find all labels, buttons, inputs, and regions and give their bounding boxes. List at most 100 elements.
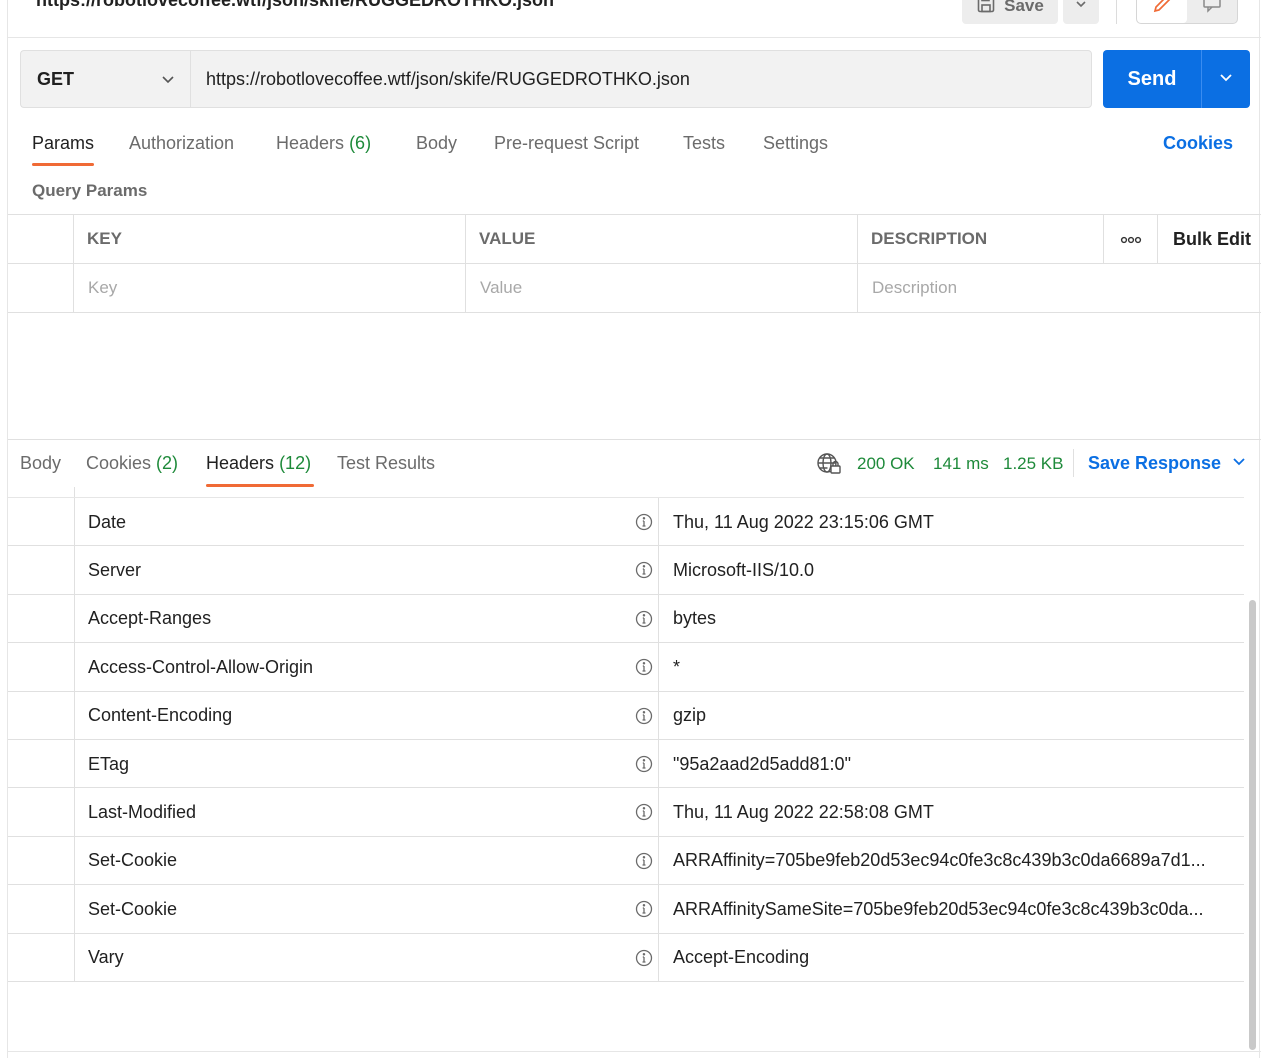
info-icon[interactable] — [630, 643, 658, 691]
comment-icon — [1201, 0, 1223, 20]
response-tab-cookies[interactable]: Cookies (2) — [86, 453, 178, 474]
send-options-button[interactable] — [1202, 50, 1250, 108]
info-icon[interactable] — [630, 837, 658, 885]
more-options-icon — [1120, 229, 1142, 249]
table-header-row: KEY VALUE DESCRIPTION Bulk Edit — [8, 215, 1261, 264]
send-button[interactable]: Send — [1103, 50, 1201, 108]
header-key[interactable]: Vary — [74, 933, 659, 982]
header-value[interactable]: gzip — [658, 691, 1244, 740]
info-icon[interactable] — [630, 885, 658, 933]
header-key[interactable]: Accept-Ranges — [74, 594, 659, 643]
tab-headers-label: Headers — [276, 133, 345, 153]
chevron-down-icon — [160, 71, 176, 92]
chevron-down-icon — [1074, 0, 1088, 16]
header-value[interactable]: bytes — [658, 594, 1244, 643]
method-select[interactable]: GET — [20, 50, 190, 108]
tab-tests[interactable]: Tests — [683, 133, 725, 154]
response-size[interactable]: 1.25 KB — [1003, 454, 1064, 474]
bulk-edit-button[interactable]: Bulk Edit — [1157, 215, 1261, 263]
globe-lock-icon[interactable] — [816, 452, 842, 476]
header-value[interactable]: ARRAffinity=705be9feb20d53ec94c0fe3c8c43… — [658, 836, 1244, 885]
key-input[interactable]: Key — [73, 264, 465, 312]
header-value[interactable]: Microsoft-IIS/10.0 — [658, 546, 1244, 595]
value-input[interactable]: Value — [465, 264, 857, 312]
info-icon[interactable] — [630, 498, 658, 546]
header-value[interactable]: "95a2aad2d5add81:0" — [658, 740, 1244, 788]
table-row: Server Microsoft-IIS/10.0 — [8, 546, 1244, 595]
response-tab-headers-label: Headers — [206, 453, 275, 473]
header-value[interactable]: Thu, 11 Aug 2022 23:15:06 GMT — [658, 498, 1244, 546]
info-icon[interactable] — [630, 692, 658, 740]
info-icon[interactable] — [630, 934, 658, 982]
header-key[interactable]: ETag — [74, 740, 659, 788]
query-params-title: Query Params — [32, 181, 148, 200]
info-icon[interactable] — [630, 546, 658, 594]
header-key[interactable]: Content-Encoding — [74, 691, 659, 740]
tab-pre-request-script[interactable]: Pre-request Script — [494, 133, 639, 154]
response-tab-headers[interactable]: Headers (12) — [206, 453, 311, 474]
header-key[interactable]: Access-Control-Allow-Origin — [74, 643, 659, 692]
header-value[interactable]: * — [658, 643, 1244, 692]
edit-pencil-icon — [1151, 0, 1173, 20]
response-headers-table: Date Thu, 11 Aug 2022 23:15:06 GMT Server M… — [8, 497, 1244, 987]
header-key[interactable]: Server — [74, 546, 659, 595]
send-button-group[interactable]: Send — [1103, 50, 1250, 108]
response-time[interactable]: 141 ms — [933, 454, 989, 474]
status-code[interactable]: 200 OK — [857, 454, 915, 474]
column-key: KEY — [73, 215, 465, 263]
divider — [1073, 449, 1074, 477]
table-row: Accept-Ranges bytes — [8, 594, 1244, 644]
url-input[interactable]: https://robotlovecoffee.wtf/json/skife/R… — [190, 50, 1092, 108]
tab-headers-count: (6) — [349, 133, 372, 153]
save-button[interactable]: Save — [962, 0, 1058, 24]
response-tab-test-results[interactable]: Test Results — [337, 453, 435, 474]
column-value: VALUE — [465, 215, 857, 263]
info-icon[interactable] — [630, 595, 658, 643]
save-label: Save — [1004, 0, 1044, 15]
divider — [8, 1051, 1261, 1052]
request-title[interactable]: https://robotlovecoffee.wtf/json/skife/R… — [36, 0, 554, 11]
tab-settings[interactable]: Settings — [763, 133, 828, 154]
save-icon — [976, 0, 996, 19]
save-options-button[interactable] — [1063, 0, 1099, 24]
view-mode-toggle[interactable] — [1136, 0, 1238, 24]
response-divider[interactable] — [8, 439, 1261, 440]
comment-mode-button[interactable] — [1187, 0, 1237, 23]
info-icon[interactable] — [630, 740, 658, 788]
chevron-down-icon — [1218, 69, 1234, 90]
save-response-button[interactable]: Save Response — [1088, 453, 1247, 474]
header-value[interactable]: Accept-Encoding — [658, 933, 1244, 982]
header-key[interactable]: Set-Cookie — [74, 885, 659, 934]
tab-authorization[interactable]: Authorization — [129, 133, 234, 154]
header-key[interactable]: Set-Cookie — [74, 836, 659, 885]
response-tab-body[interactable]: Body — [20, 453, 61, 474]
table-row: Vary Accept-Encoding — [8, 933, 1244, 982]
header-key[interactable]: Last-Modified — [74, 788, 659, 837]
query-params-table: KEY VALUE DESCRIPTION Bulk Edit Key Valu… — [8, 214, 1261, 313]
active-tab-indicator — [32, 163, 94, 166]
header-value[interactable]: Thu, 11 Aug 2022 22:58:08 GMT — [658, 788, 1244, 837]
description-input[interactable]: Description — [857, 264, 1261, 312]
request-header-bar: https://robotlovecoffee.wtf/json/skife/R… — [8, 0, 1261, 38]
response-tab-cookies-label: Cookies — [86, 453, 152, 473]
method-label: GET — [37, 68, 75, 89]
table-row: ETag "95a2aad2d5add81:0" — [8, 740, 1244, 789]
tab-headers[interactable]: Headers (6) — [276, 133, 371, 154]
response-tab-cookies-count: (2) — [156, 453, 179, 473]
header-value[interactable]: ARRAffinitySameSite=705be9feb20d53ec94c0… — [658, 885, 1244, 934]
header-key[interactable]: Date — [74, 498, 659, 546]
tab-params[interactable]: Params — [32, 133, 94, 154]
info-icon[interactable] — [630, 788, 658, 836]
table-row: Last-Modified Thu, 11 Aug 2022 22:58:08 G… — [8, 788, 1244, 837]
scrollbar-thumb[interactable] — [1249, 600, 1256, 1050]
cookies-link[interactable]: Cookies — [1163, 133, 1233, 154]
table-row: Date Thu, 11 Aug 2022 23:15:06 GMT — [8, 498, 1244, 547]
active-response-tab-indicator — [206, 484, 314, 487]
divider — [74, 487, 75, 497]
tab-body[interactable]: Body — [416, 133, 457, 154]
table-row: Key Value Description — [8, 264, 1261, 313]
save-response-label: Save Response — [1088, 453, 1222, 473]
chevron-down-icon — [1231, 453, 1247, 474]
edit-mode-button[interactable] — [1137, 0, 1187, 23]
more-options-button[interactable] — [1103, 215, 1157, 263]
